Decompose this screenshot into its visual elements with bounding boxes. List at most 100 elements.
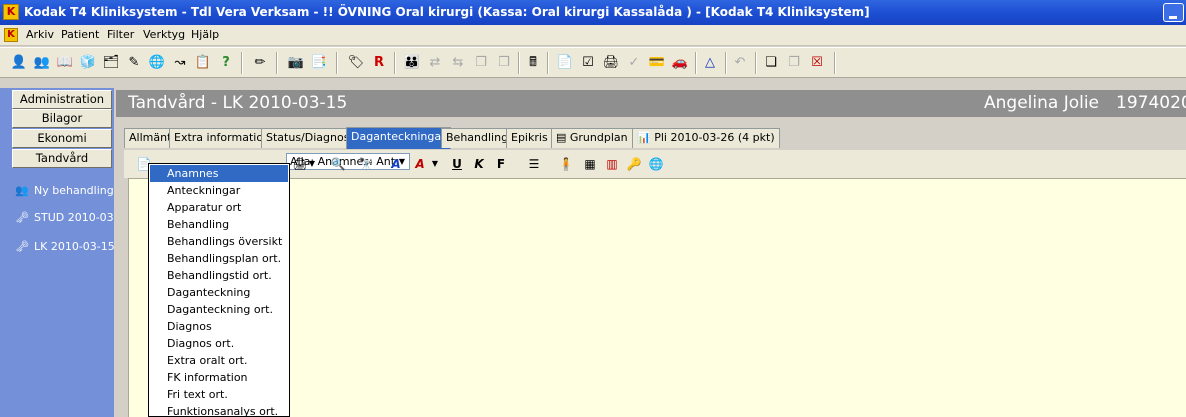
underline-button[interactable]: U	[447, 154, 467, 174]
font-color-chevron-icon[interactable]: ▼	[430, 154, 440, 174]
find-binoculars-icon[interactable]: 🔭	[356, 154, 376, 174]
dropdown-option-diagnos-ort[interactable]: Diagnos ort.	[150, 335, 288, 352]
calculator-icon[interactable]: 🖩	[523, 53, 543, 73]
menubar: K Arkiv Patient Filter Verktyg Hjälp	[0, 25, 1186, 46]
nav-tandvard-button[interactable]: Tandvård	[12, 149, 112, 168]
tab-grundplan[interactable]: ▤ Grundplan	[551, 128, 633, 148]
dropdown-option-anamnes[interactable]: Anamnes	[150, 165, 288, 182]
tab-daganteckningar[interactable]: Daganteckningar	[346, 127, 451, 149]
dropdown-option-behandlingsplan-ort[interactable]: Behandlingsplan ort.	[150, 250, 288, 267]
menu-verktyg[interactable]: Verktyg	[141, 25, 187, 45]
app-logo-icon[interactable]: K	[3, 4, 19, 20]
move-icon: ⇄	[429, 55, 441, 70]
dropdown-option-apparatur-ort[interactable]: Apparatur ort	[150, 199, 288, 216]
undo-icon: ↶	[734, 55, 746, 70]
nav-administration-button[interactable]: Administration	[12, 90, 112, 109]
toolbar-separator	[834, 52, 836, 74]
menu-patient[interactable]: Patient	[59, 25, 101, 45]
tab-pli-label: Pli 2010-03-26 (4 pkt)	[654, 131, 775, 144]
main-toolbar: 👤 👥 📖 🧊 🗂 ✎ 🌐 ↝ 📋 ? ✏ 📷 📑 🏷 R 👪 ⇄ ⇆ ❐ ❒ …	[0, 47, 1186, 78]
dropdown-option-diagnos[interactable]: Diagnos	[150, 318, 288, 335]
dropdown-option-funktionsanalys-ort[interactable]: Funktionsanalys ort.	[150, 403, 288, 416]
dropdown-option-extra-oralt-ort[interactable]: Extra oralt ort.	[150, 352, 288, 369]
triangle-icon[interactable]: △	[700, 53, 720, 73]
tab-pli[interactable]: 📊 Pli 2010-03-26 (4 pkt)	[632, 128, 780, 148]
student-icon: 🗝	[15, 211, 29, 224]
menu-hjalp[interactable]: Hjälp	[189, 25, 221, 45]
left-navigation-panel: Administration Bilagor Ekonomi Tandvård …	[0, 88, 114, 417]
camera-icon[interactable]: 📷	[286, 53, 306, 73]
dropdown-option-anteckningar[interactable]: Anteckningar	[150, 182, 288, 199]
window-title-bar: Kodak T4 Kliniksystem - Tdl Vera Verksam…	[0, 0, 1186, 25]
cube-icon[interactable]: 🧊	[78, 53, 98, 73]
dropdown-option-daganteckning-ort[interactable]: Daganteckning ort.	[150, 301, 288, 318]
menu-arkiv[interactable]: Arkiv	[24, 25, 56, 45]
group-icon[interactable]: 👪	[402, 53, 422, 73]
font-icon[interactable]: A	[386, 154, 406, 174]
clipboard-icon[interactable]: 📋	[193, 53, 213, 73]
person-icon[interactable]: 🧍	[556, 154, 576, 174]
dropdown-option-fri-text-ort[interactable]: Fri text ort.	[150, 386, 288, 403]
sidebar-item-label: Ny behandling	[34, 184, 114, 197]
tab-epikris[interactable]: Epikris	[506, 128, 553, 148]
patient-name: Angelina Jolie	[984, 93, 1100, 113]
toolbar-separator	[241, 52, 243, 74]
r-icon[interactable]: R	[369, 53, 389, 73]
car-icon[interactable]: 🚗	[670, 53, 690, 73]
tab-extra-information[interactable]: Extra information	[169, 128, 276, 148]
users-icon[interactable]: 👥	[32, 53, 52, 73]
bold-button[interactable]: F	[491, 154, 511, 174]
sidebar-item-ny-behandling[interactable]: 👥 Ny behandling	[14, 182, 114, 200]
italic-button[interactable]: K	[469, 154, 489, 174]
grundplan-doc-icon: ▤	[556, 131, 570, 144]
menu-filter[interactable]: Filter	[105, 25, 136, 45]
dropdown-option-daganteckning[interactable]: Daganteckning	[150, 284, 288, 301]
edit-icon[interactable]: ✎	[124, 53, 144, 73]
dropdown-option-behandlingstid-ort[interactable]: Behandlingstid ort.	[150, 267, 288, 284]
card-icon[interactable]: 💳	[647, 53, 667, 73]
check-doc-icon[interactable]: ☑	[578, 53, 598, 73]
tag-icon[interactable]: 🏷	[346, 53, 366, 73]
insert-row-icon[interactable]: ▥	[602, 154, 622, 174]
sidebar-item-stud[interactable]: 🗝 STUD 2010-03-1	[14, 209, 114, 227]
folder-icon[interactable]: 🗂	[101, 53, 121, 73]
dropdown-option-fk-information[interactable]: FK information	[150, 369, 288, 386]
signature-icon: ✓	[628, 55, 640, 70]
help-icon[interactable]: ?	[216, 53, 236, 73]
font-color-icon[interactable]: A	[410, 154, 430, 174]
close-window-icon[interactable]: ☒	[807, 53, 827, 73]
toolbar-separator	[276, 52, 278, 74]
minimize-button[interactable]	[1163, 3, 1184, 22]
user-icon[interactable]: 👤	[9, 53, 29, 73]
window-icon[interactable]: ❏	[761, 53, 781, 73]
table-icon[interactable]: ▦	[580, 154, 600, 174]
sidebar-item-lk[interactable]: 🗝 LK 2010-03-15	[14, 238, 114, 256]
key-icon[interactable]: 🔑	[624, 154, 644, 174]
toolbar-separator	[725, 52, 727, 74]
tab-status-diagnos[interactable]: Status/Diagnos	[261, 128, 355, 148]
report-icon[interactable]: 📑	[309, 53, 329, 73]
book-icon[interactable]: 📖	[55, 53, 75, 73]
doctor-icon: 🗝	[15, 240, 29, 253]
printer-doc-icon[interactable]: 🖨	[601, 53, 621, 73]
dropdown-option-behandlings-oversikt[interactable]: Behandlings översikt	[150, 233, 288, 250]
note-type-dropdown-list: Anamnes Anteckningar Apparatur ort Behan…	[148, 163, 290, 417]
tab-behandling[interactable]: Behandling	[441, 128, 514, 148]
print-preview-icon[interactable]: 🔍	[328, 154, 348, 174]
window-title: Kodak T4 Kliniksystem - Tdl Vera Verksam…	[24, 5, 870, 19]
globe-user-icon[interactable]: 🌐	[147, 53, 167, 73]
print-dropdown-chevron-icon[interactable]: ▼	[307, 154, 317, 174]
nav-bilagor-button[interactable]: Bilagor	[12, 109, 112, 128]
pencil-icon[interactable]: ✏	[250, 53, 270, 73]
route-icon[interactable]: ↝	[170, 53, 190, 73]
new-treatment-icon: 👥	[15, 184, 29, 197]
transfer-icon: ⇆	[452, 55, 464, 70]
document-icon[interactable]: 📄	[555, 53, 575, 73]
toolbar-separator	[518, 52, 520, 74]
globe-icon[interactable]: 🌐	[646, 154, 666, 174]
tab-grundplan-label: Grundplan	[569, 131, 628, 144]
document-menu-icon[interactable]: K	[4, 28, 18, 42]
dropdown-option-behandling[interactable]: Behandling	[150, 216, 288, 233]
align-left-icon[interactable]: ☰	[524, 154, 544, 174]
nav-ekonomi-button[interactable]: Ekonomi	[12, 129, 112, 148]
